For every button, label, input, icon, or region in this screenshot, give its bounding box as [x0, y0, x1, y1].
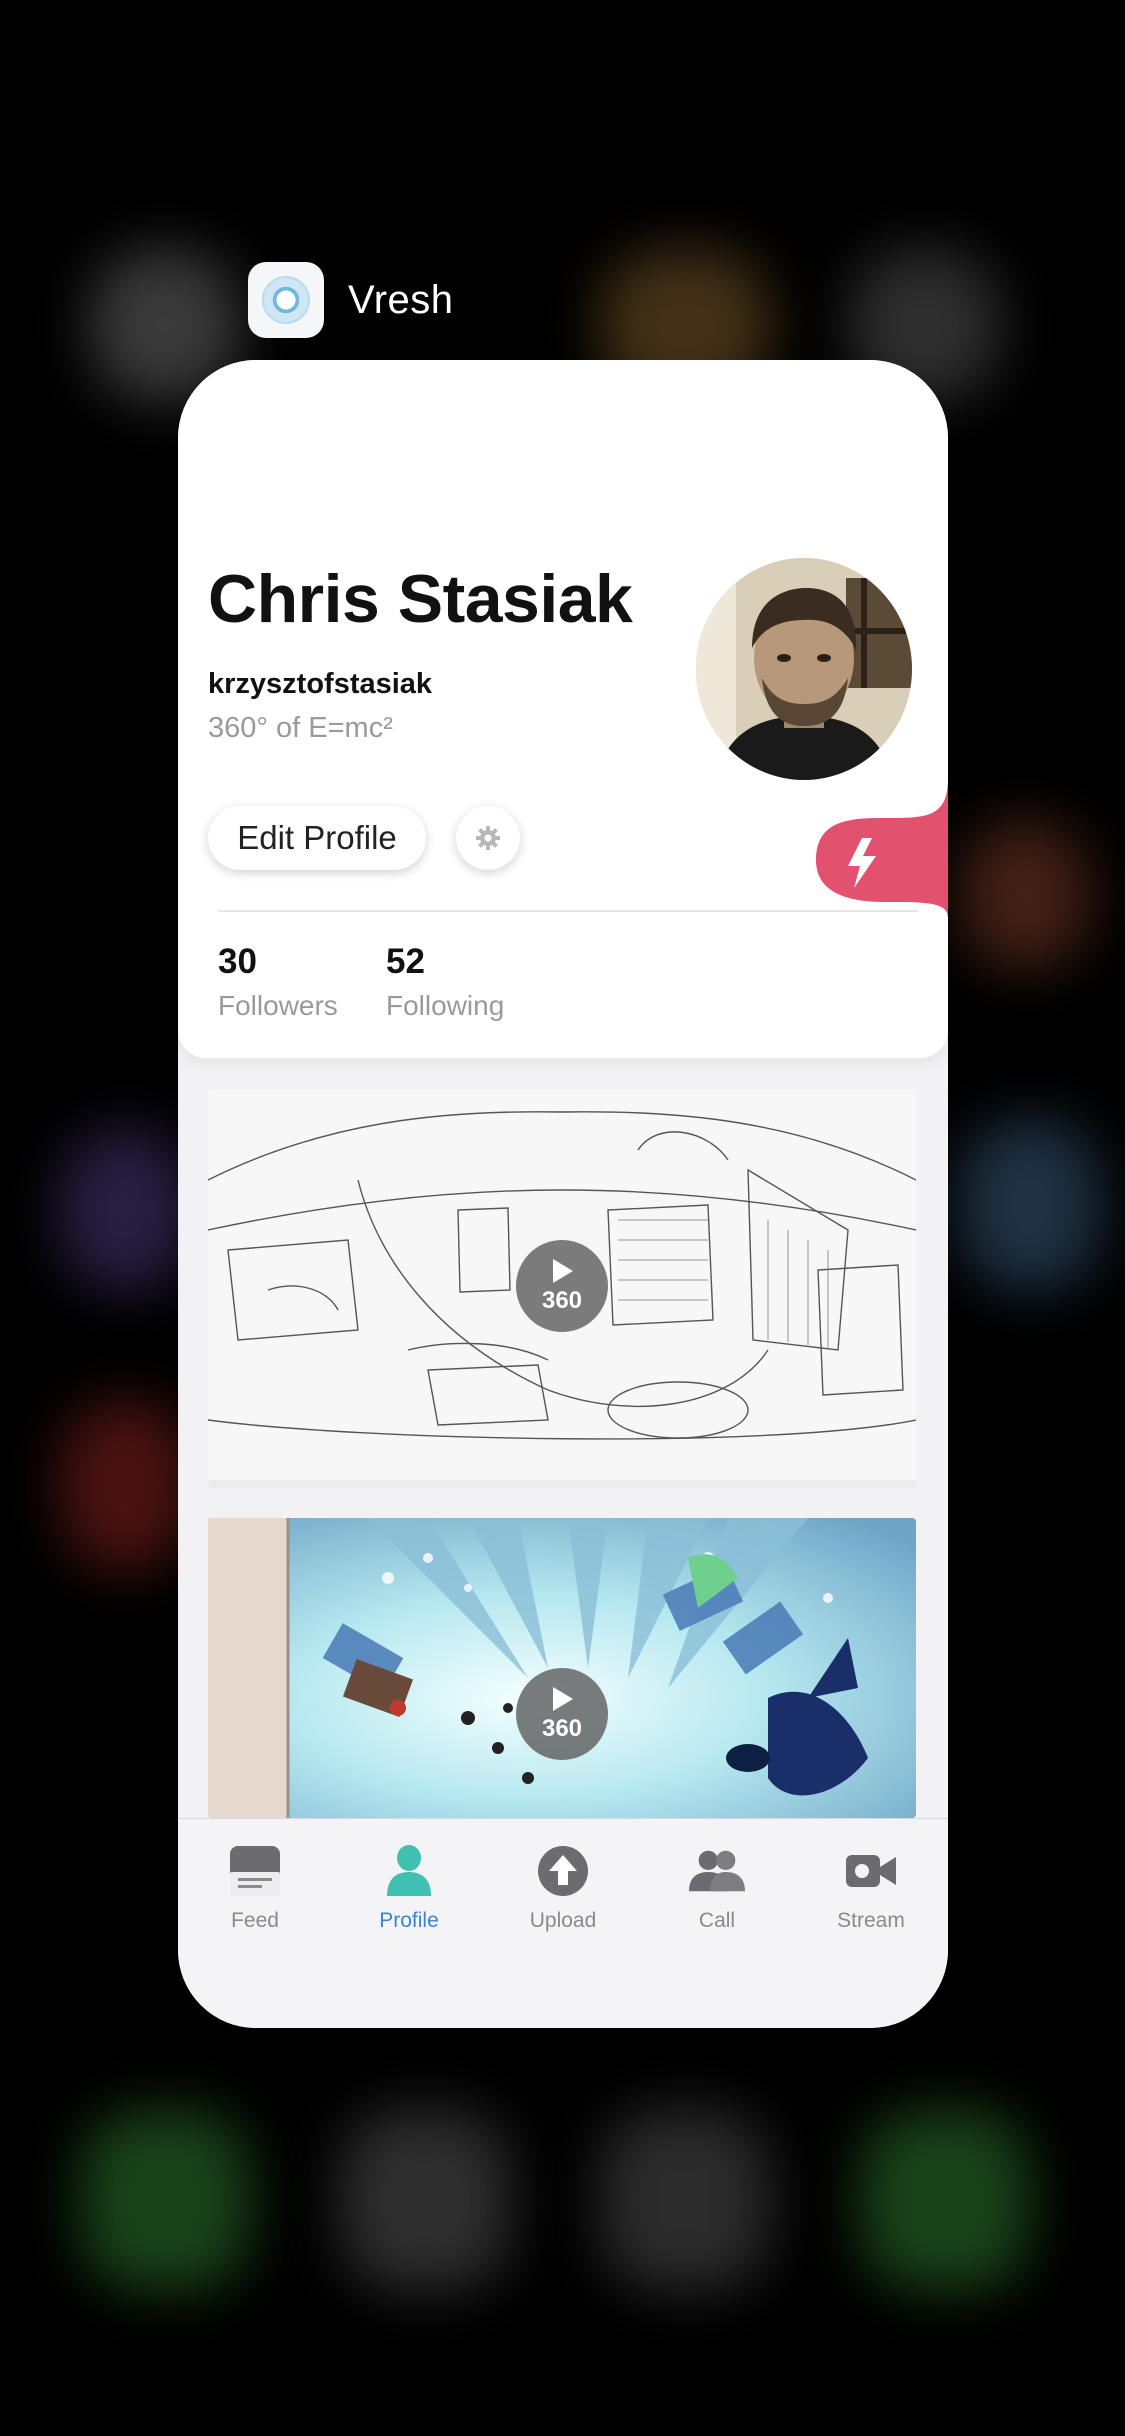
profile-name: Chris Stasiak: [208, 561, 633, 637]
play-360-label: 360: [541, 1715, 583, 1742]
blurred-dock-icon: [860, 2110, 1030, 2290]
tab-upload[interactable]: Upload: [486, 1843, 640, 1933]
tab-profile-label: Profile: [379, 1909, 439, 1932]
profile-bio: 360° of E=mc²: [208, 712, 393, 744]
media-item-360[interactable]: 360: [208, 1090, 916, 1488]
media-item-360[interactable]: 360: [208, 1518, 916, 1818]
followers-label: Followers: [218, 990, 338, 1021]
blurred-app-icon: [60, 1400, 190, 1570]
switcher-app-header[interactable]: Vresh: [248, 262, 454, 338]
divider: [218, 910, 918, 912]
app-card[interactable]: Chris Stasiak krzysztofstasiak 360° of E…: [178, 360, 948, 2028]
blurred-dock-icon: [340, 2110, 510, 2290]
blurred-app-icon: [960, 1120, 1100, 1290]
play-icon: [553, 1259, 573, 1283]
tab-feed-label: Feed: [231, 1909, 279, 1932]
vresh-app-icon[interactable]: [248, 262, 324, 338]
person-icon: [381, 1843, 437, 1899]
profile-header: Chris Stasiak krzysztofstasiak 360° of E…: [178, 360, 948, 1058]
feed-icon: [227, 1843, 283, 1899]
following-count: 52: [386, 942, 425, 981]
followers-stat[interactable]: 30 Followers: [218, 942, 338, 1022]
settings-button[interactable]: [456, 806, 520, 870]
avatar[interactable]: [696, 558, 912, 780]
blurred-dock-icon: [80, 2110, 250, 2290]
tab-stream[interactable]: Stream: [794, 1843, 948, 1933]
profile-username: krzysztofstasiak: [208, 668, 433, 700]
play-icon: [553, 1687, 573, 1711]
upload-icon: [535, 1843, 591, 1899]
tab-upload-label: Upload: [529, 1909, 597, 1932]
tab-call-label: Call: [698, 1909, 736, 1932]
gear-icon: [476, 826, 500, 850]
following-label: Following: [386, 990, 505, 1021]
tab-stream-label: Stream: [837, 1909, 905, 1932]
tab-feed[interactable]: Feed: [178, 1843, 332, 1933]
following-stat[interactable]: 52 Following: [386, 942, 504, 1022]
edit-profile-button[interactable]: Edit Profile: [208, 806, 426, 870]
play-360-button[interactable]: 360: [516, 1240, 608, 1332]
play-360-label: 360: [541, 1287, 583, 1314]
flash-tab-shape: [816, 778, 948, 918]
app-name: Vresh: [348, 277, 454, 322]
avatar-photo: [696, 558, 912, 780]
vresh-logo-icon: [262, 276, 310, 324]
followers-count: 30: [218, 942, 257, 981]
app-switcher-screen: Vresh Chris Stasiak krzysztofstasiak 360…: [0, 0, 1125, 2436]
blurred-dock-icon: [600, 2110, 770, 2290]
play-360-button[interactable]: 360: [516, 1668, 608, 1760]
video-camera-icon: [843, 1843, 899, 1899]
flash-action-button[interactable]: [816, 778, 948, 918]
people-icon: [689, 1843, 745, 1899]
tab-call[interactable]: Call: [640, 1843, 794, 1933]
tab-profile[interactable]: Profile: [332, 1843, 486, 1933]
blurred-app-icon: [60, 1130, 190, 1290]
tab-bar: Feed Profile Upload Call Stream: [178, 1818, 948, 2028]
blurred-app-icon: [960, 820, 1090, 970]
